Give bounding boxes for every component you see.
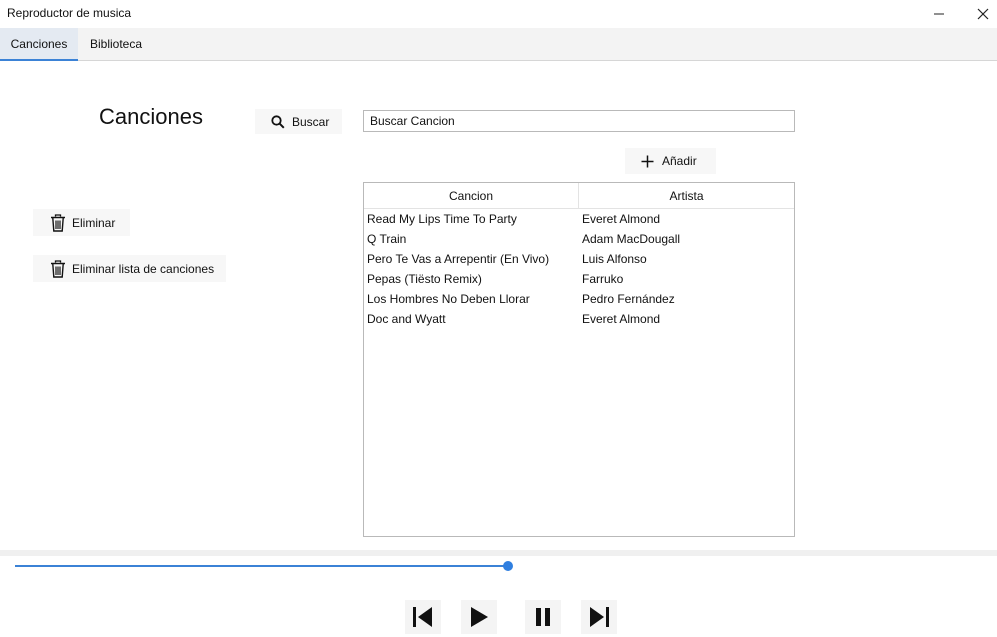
- delete-button[interactable]: Eliminar: [33, 209, 130, 236]
- artist-cell: Everet Almond: [582, 212, 661, 226]
- table-body: Read My Lips Time To Party Everet Almond…: [364, 209, 794, 329]
- search-button[interactable]: Buscar: [255, 109, 342, 134]
- table-row[interactable]: Doc and Wyatt Everet Almond: [364, 309, 794, 329]
- songs-table[interactable]: Cancion Artista Read My Lips Time To Par…: [363, 182, 795, 537]
- search-button-label: Buscar: [292, 114, 330, 129]
- search-icon: [271, 114, 285, 129]
- table-row[interactable]: Pepas (Tiësto Remix) Farruko: [364, 269, 794, 289]
- previous-track-button[interactable]: [405, 600, 441, 634]
- song-title-cell: Pero Te Vas a Arrepentir (En Vivo): [367, 252, 550, 266]
- search-input[interactable]: Buscar Cancion: [363, 110, 795, 132]
- trash-icon: [51, 259, 65, 278]
- pause-button[interactable]: [525, 600, 561, 634]
- next-track-icon: [590, 607, 609, 627]
- song-title-cell: Doc and Wyatt: [367, 312, 446, 326]
- column-header-artista[interactable]: Artista: [579, 183, 794, 208]
- song-title-cell: Read My Lips Time To Party: [367, 212, 517, 226]
- delete-list-button[interactable]: Eliminar lista de canciones: [33, 255, 226, 282]
- page-title: Canciones: [99, 104, 203, 129]
- window-title: Reproductor de musica: [7, 6, 132, 20]
- tab-bar: Canciones Biblioteca: [0, 28, 997, 61]
- delete-button-label: Eliminar: [72, 215, 116, 230]
- progress-slider-thumb[interactable]: [503, 561, 513, 571]
- table-header: Cancion Artista: [364, 183, 794, 209]
- column-header-cancion[interactable]: Cancion: [364, 183, 579, 208]
- previous-track-icon: [413, 607, 432, 627]
- title-bar: Reproductor de musica: [0, 0, 997, 28]
- song-title-cell: Los Hombres No Deben Llorar: [367, 292, 530, 306]
- artist-cell: Everet Almond: [582, 312, 661, 326]
- pause-icon: [536, 608, 550, 626]
- progress-slider-track[interactable]: [15, 565, 508, 567]
- song-title-cell: Q Train: [367, 232, 407, 246]
- minimize-icon: [934, 13, 944, 15]
- close-button[interactable]: [960, 0, 997, 28]
- artist-cell: Adam MacDougall: [582, 232, 681, 246]
- artist-cell: Pedro Fernández: [582, 292, 675, 306]
- minimize-button[interactable]: [916, 0, 962, 28]
- next-track-button[interactable]: [581, 600, 617, 634]
- artist-cell: Luis Alfonso: [582, 252, 647, 266]
- tab-biblioteca[interactable]: Biblioteca: [78, 28, 154, 60]
- table-row[interactable]: Read My Lips Time To Party Everet Almond: [364, 209, 794, 229]
- close-icon: [977, 8, 989, 20]
- table-row[interactable]: Q Train Adam MacDougall: [364, 229, 794, 249]
- play-button[interactable]: [461, 600, 497, 634]
- song-title-cell: Pepas (Tiësto Remix): [367, 272, 482, 286]
- add-button[interactable]: Añadir: [625, 148, 716, 174]
- delete-list-button-label: Eliminar lista de canciones: [72, 261, 215, 276]
- play-icon: [471, 607, 488, 627]
- tab-canciones[interactable]: Canciones: [0, 28, 78, 61]
- artist-cell: Farruko: [582, 272, 624, 286]
- table-row[interactable]: Los Hombres No Deben Llorar Pedro Fernán…: [364, 289, 794, 309]
- add-button-label: Añadir: [662, 154, 697, 168]
- player-divider: [0, 550, 997, 556]
- plus-icon: [641, 155, 654, 167]
- trash-icon: [51, 213, 65, 232]
- table-row[interactable]: Pero Te Vas a Arrepentir (En Vivo) Luis …: [364, 249, 794, 269]
